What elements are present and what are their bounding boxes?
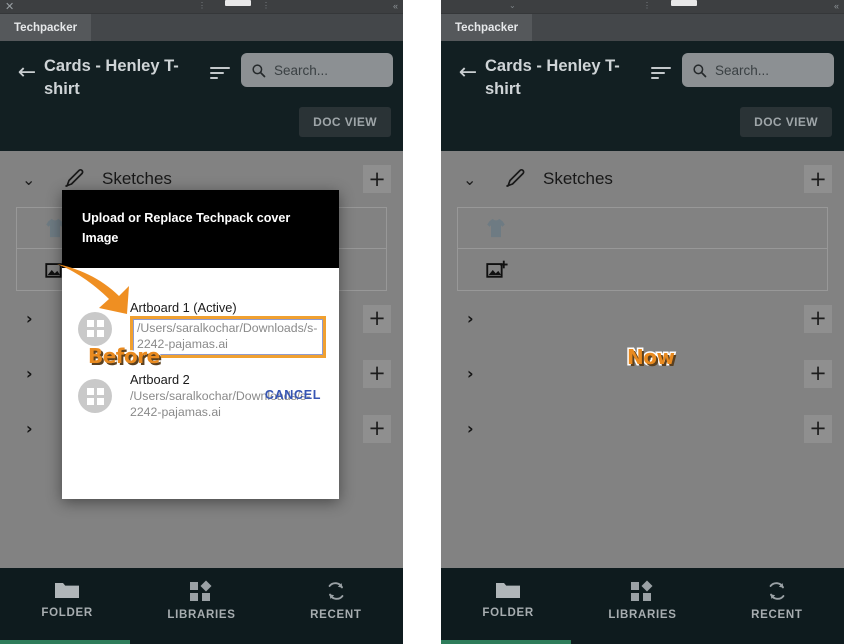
sort-icon[interactable] bbox=[203, 53, 237, 93]
search-icon bbox=[693, 63, 707, 77]
tab-label: Techpacker bbox=[455, 21, 519, 34]
add-item-button[interactable]: + bbox=[363, 414, 391, 443]
nav-item-folder[interactable]: FOLDER bbox=[441, 580, 575, 619]
sketch-card-box bbox=[457, 207, 828, 291]
nav-item-libraries[interactable]: LIBRARIES bbox=[134, 580, 268, 621]
nav-label: RECENT bbox=[751, 609, 803, 621]
titlebar-chip bbox=[225, 0, 251, 6]
annotation-before-label: Before bbox=[87, 343, 162, 370]
nav-label: LIBRARIES bbox=[608, 609, 677, 621]
search-placeholder: Search... bbox=[715, 62, 770, 78]
nav-active-indicator bbox=[0, 640, 130, 644]
pencil-icon bbox=[65, 169, 84, 187]
tab-techpacker[interactable]: Techpacker bbox=[441, 14, 533, 41]
titlebar-mini-icon-b: ⋮ bbox=[262, 1, 270, 10]
bottom-navigation: FOLDER LIBRARIES RECENT bbox=[441, 568, 844, 644]
sort-icon[interactable] bbox=[644, 53, 678, 93]
folder-icon bbox=[496, 583, 521, 598]
annotation-now-label: Now bbox=[625, 344, 676, 371]
page-title: Cards - Henley T-shirt bbox=[44, 57, 179, 98]
add-item-button[interactable]: + bbox=[804, 359, 832, 388]
chevron-down-icon[interactable]: ⌄ bbox=[463, 170, 491, 189]
orange-arrow-icon bbox=[57, 264, 129, 314]
add-image-icon[interactable] bbox=[486, 259, 508, 281]
add-sketch-button[interactable]: + bbox=[363, 165, 391, 193]
search-input[interactable]: Search... bbox=[241, 53, 393, 87]
add-item-button[interactable]: + bbox=[804, 304, 832, 333]
recent-sync-icon bbox=[769, 582, 785, 600]
pencil-icon bbox=[506, 169, 525, 187]
titlebar-mini-icon-a: ⋮ bbox=[198, 1, 206, 10]
screenshot-stage: ✕ ⋮ ⋮ « Techpacker ← Cards - Henley T-sh… bbox=[0, 0, 844, 644]
doc-view-button[interactable]: DOC VIEW bbox=[740, 106, 832, 137]
close-icon[interactable]: ✕ bbox=[5, 1, 14, 12]
tab-techpacker[interactable]: Techpacker bbox=[0, 14, 92, 41]
nav-label: RECENT bbox=[310, 609, 362, 621]
nav-active-indicator bbox=[441, 640, 571, 644]
nav-item-libraries[interactable]: LIBRARIES bbox=[575, 580, 709, 621]
libraries-icon bbox=[631, 580, 653, 601]
collapse-left-icon[interactable]: « bbox=[393, 2, 398, 11]
chevron-right-icon[interactable]: › bbox=[467, 309, 804, 328]
window-titlebar: ✕ ⋮ ⋮ « bbox=[0, 0, 403, 14]
collapse-left-icon[interactable]: « bbox=[834, 2, 839, 11]
tshirt-icon bbox=[487, 218, 505, 238]
nav-label: LIBRARIES bbox=[167, 609, 236, 621]
folder-icon bbox=[55, 583, 80, 598]
dialog-header: Upload or Replace Techpack cover Image bbox=[62, 190, 339, 268]
table-row[interactable] bbox=[458, 208, 827, 249]
table-row[interactable] bbox=[458, 249, 827, 290]
section-title: Sketches bbox=[543, 169, 613, 188]
collapsed-section-row[interactable]: › + bbox=[441, 291, 844, 346]
app-header: ← Cards - Henley T-shirt Search... DOC V… bbox=[441, 41, 844, 151]
nav-label: FOLDER bbox=[482, 607, 534, 619]
back-arrow-icon[interactable]: ← bbox=[451, 53, 485, 93]
nav-item-recent[interactable]: RECENT bbox=[710, 580, 844, 621]
add-item-button[interactable]: + bbox=[363, 304, 391, 333]
search-placeholder: Search... bbox=[274, 62, 329, 78]
search-input[interactable]: Search... bbox=[682, 53, 834, 87]
search-icon bbox=[252, 63, 266, 77]
cancel-button[interactable]: CANCEL bbox=[265, 388, 321, 402]
artboard-name: Artboard 2 bbox=[130, 371, 190, 387]
bottom-navigation: FOLDER LIBRARIES RECENT bbox=[0, 568, 403, 644]
panel-before: ✕ ⋮ ⋮ « Techpacker ← Cards - Henley T-sh… bbox=[0, 0, 403, 644]
chevron-right-icon[interactable]: › bbox=[467, 419, 804, 438]
add-item-button[interactable]: + bbox=[804, 414, 832, 443]
libraries-icon bbox=[190, 580, 212, 601]
tabstrip: Techpacker bbox=[441, 14, 844, 41]
section-title: Sketches bbox=[102, 169, 172, 188]
recent-sync-icon bbox=[328, 582, 344, 600]
doc-view-button[interactable]: DOC VIEW bbox=[299, 106, 391, 137]
panel-now: ⌄ ⋮ « Techpacker ← Cards - Henley T-shir… bbox=[441, 0, 844, 644]
add-sketch-button[interactable]: + bbox=[804, 165, 832, 193]
titlebar-chip bbox=[671, 0, 697, 6]
titlebar-mini-icon-a: ⌄ bbox=[509, 1, 516, 10]
page-title: Cards - Henley T-shirt bbox=[485, 57, 620, 98]
artboard-grid-icon bbox=[78, 379, 112, 413]
section-header-sketches: ⌄ Sketches + bbox=[441, 151, 844, 207]
window-titlebar: ⌄ ⋮ « bbox=[441, 0, 844, 14]
collapsed-section-row[interactable]: › + bbox=[441, 401, 844, 456]
titlebar-mini-icon-b: ⋮ bbox=[643, 1, 651, 10]
artboard-name: Artboard 1 (Active) bbox=[130, 300, 237, 315]
add-item-button[interactable]: + bbox=[363, 359, 391, 388]
back-arrow-icon[interactable]: ← bbox=[10, 53, 44, 93]
tabstrip: Techpacker bbox=[0, 14, 403, 41]
app-header: ← Cards - Henley T-shirt Search... DOC V… bbox=[0, 41, 403, 151]
nav-item-recent[interactable]: RECENT bbox=[269, 580, 403, 621]
nav-label: FOLDER bbox=[41, 607, 93, 619]
dialog-title: Upload or Replace Techpack cover Image bbox=[82, 211, 291, 246]
tab-label: Techpacker bbox=[14, 21, 78, 34]
nav-item-folder[interactable]: FOLDER bbox=[0, 580, 134, 619]
chevron-down-icon[interactable]: ⌄ bbox=[22, 170, 50, 189]
